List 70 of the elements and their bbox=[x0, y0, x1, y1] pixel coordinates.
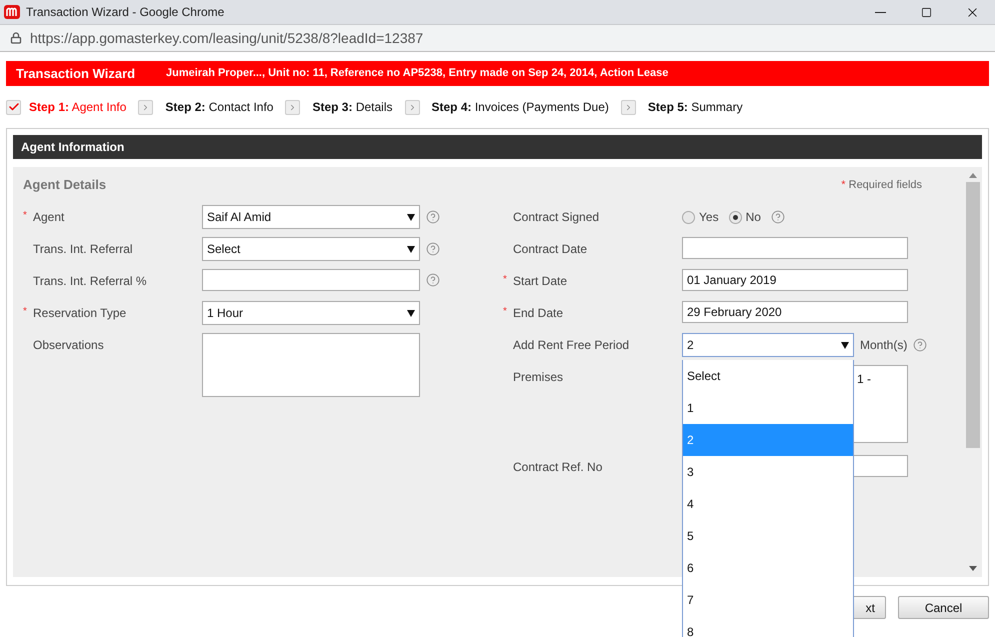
cancel-button[interactable]: Cancel bbox=[898, 596, 989, 619]
required-mark: * bbox=[23, 305, 27, 319]
scroll-down-icon[interactable] bbox=[969, 566, 977, 571]
input-field[interactable]: 01 January 2019 bbox=[682, 269, 908, 291]
wizard-step[interactable]: Step 4: Invoices (Payments Due) bbox=[432, 98, 609, 116]
input-field[interactable] bbox=[202, 269, 420, 291]
banner-title: Transaction Wizard bbox=[16, 64, 136, 83]
wizard-step[interactable]: Step 1: Agent Info bbox=[29, 98, 126, 116]
dropdown-option[interactable]: 8 bbox=[683, 616, 853, 637]
field-label: Reservation Type bbox=[33, 305, 126, 322]
radio-button[interactable] bbox=[728, 210, 742, 224]
dropdown-option[interactable]: Select bbox=[683, 360, 853, 392]
text-area[interactable] bbox=[202, 333, 420, 397]
field-label: Contract Signed bbox=[513, 209, 600, 226]
radio-label: Yes bbox=[699, 209, 719, 226]
radio-button[interactable] bbox=[682, 210, 695, 224]
select-field[interactable]: Select bbox=[202, 237, 420, 261]
chevron-icon bbox=[620, 100, 636, 114]
help-icon[interactable] bbox=[770, 210, 785, 224]
field-label: Trans. Int. Referral % bbox=[33, 273, 147, 290]
field-label: Contract Ref. No bbox=[513, 459, 602, 476]
panel-title: Agent Information bbox=[21, 139, 124, 156]
step-checkbox[interactable] bbox=[6, 100, 21, 114]
caret-icon bbox=[407, 214, 415, 220]
select-field[interactable]: 1 Hour bbox=[202, 301, 420, 325]
wizard-step[interactable]: Step 3: Details bbox=[312, 98, 392, 116]
wizard-step[interactable]: Step 2: Contact Info bbox=[165, 98, 274, 116]
input-field[interactable]: 29 February 2020 bbox=[682, 301, 908, 323]
field-label: Observations bbox=[33, 337, 104, 354]
caret-icon bbox=[841, 342, 849, 348]
required-mark: * bbox=[503, 273, 507, 287]
field-label: End Date bbox=[513, 305, 564, 322]
app-logo-icon bbox=[4, 5, 20, 19]
scrollbar[interactable] bbox=[964, 167, 982, 577]
window-title: Transaction Wizard - Google Chrome bbox=[26, 4, 224, 21]
maximize-icon bbox=[920, 6, 932, 18]
radio-label: No bbox=[746, 209, 761, 226]
input-field[interactable] bbox=[682, 237, 908, 259]
select-field[interactable]: 2 bbox=[682, 333, 854, 357]
dropdown-option[interactable]: 3 bbox=[683, 456, 853, 488]
required-note: * Required fields bbox=[841, 178, 922, 193]
field-label: Add Rent Free Period bbox=[513, 337, 630, 354]
field-label: Premises bbox=[513, 369, 564, 386]
scroll-up-icon[interactable] bbox=[969, 173, 977, 178]
caret-icon bbox=[407, 310, 415, 316]
required-mark: * bbox=[23, 209, 27, 223]
section-title: Agent Details bbox=[23, 176, 106, 194]
field-label: Start Date bbox=[513, 273, 568, 290]
dropdown-option[interactable]: 4 bbox=[683, 488, 853, 520]
url-text[interactable]: https://app.gomasterkey.com/leasing/unit/5238/8?leadId=12387 bbox=[30, 28, 424, 48]
help-icon[interactable] bbox=[426, 210, 440, 224]
dropdown-option[interactable]: 5 bbox=[683, 520, 853, 552]
caret-icon bbox=[407, 246, 415, 252]
unit-label: Month(s) bbox=[860, 337, 908, 354]
chevron-icon bbox=[138, 100, 154, 114]
lock-icon bbox=[10, 32, 22, 44]
dropdown-option[interactable]: 6 bbox=[683, 552, 853, 584]
field-label: Agent bbox=[33, 209, 64, 226]
banner-info: Jumeirah Proper..., Unit no: 11, Reference no AP5238, Entry made on Sep 24, 2014, Action Lease bbox=[166, 66, 668, 82]
help-icon[interactable] bbox=[913, 338, 928, 352]
select-field[interactable]: Saif Al Amid bbox=[202, 205, 420, 229]
chevron-icon bbox=[285, 100, 300, 114]
wizard-step[interactable]: Step 5: Summary bbox=[648, 98, 743, 116]
help-icon[interactable] bbox=[426, 242, 440, 256]
field-label: Contract Date bbox=[513, 241, 588, 258]
dropdown-option[interactable]: 1 bbox=[683, 392, 853, 424]
help-icon[interactable] bbox=[426, 273, 440, 287]
required-mark: * bbox=[503, 305, 507, 319]
chevron-icon bbox=[404, 100, 420, 114]
field-label: Trans. Int. Referral bbox=[33, 241, 133, 258]
